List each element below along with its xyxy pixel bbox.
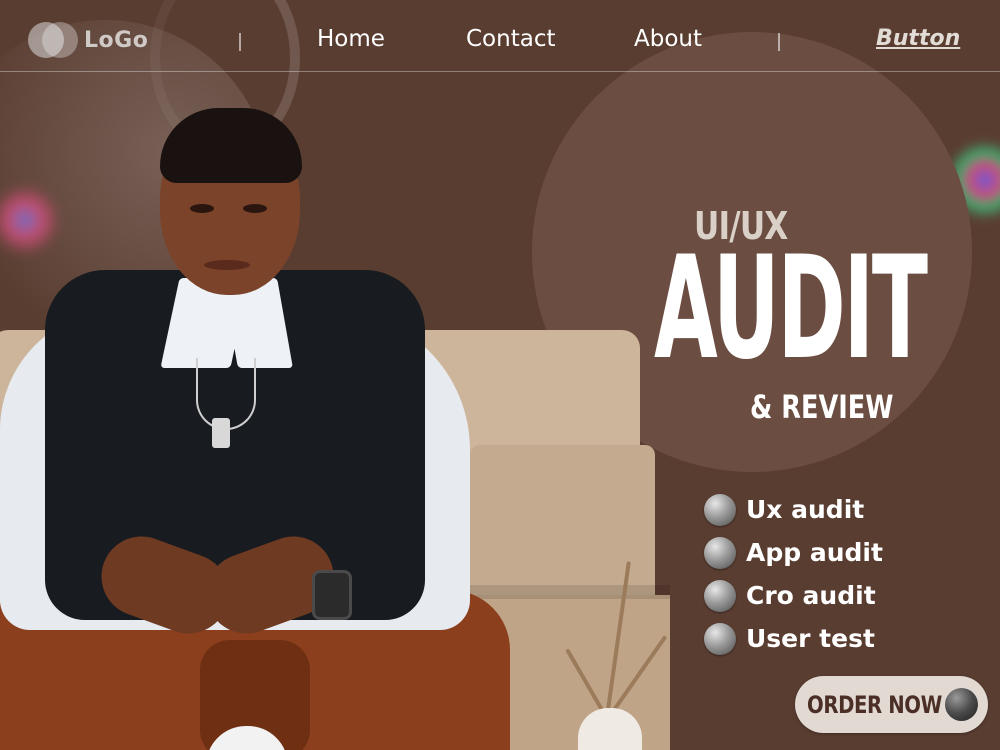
order-now-label: ORDER NOW <box>807 691 942 719</box>
order-now-button[interactable]: ORDER NOW <box>795 676 988 733</box>
sphere-bullet-icon <box>704 622 736 655</box>
person-eye <box>243 204 267 213</box>
sphere-icon <box>945 688 978 721</box>
service-label: User test <box>746 624 875 653</box>
nav-divider <box>778 33 780 51</box>
logo-mark-icon <box>28 22 78 58</box>
sphere-bullet-icon <box>704 579 736 612</box>
nav-link-about[interactable]: About <box>634 26 702 52</box>
logo-text: LoGo <box>84 27 149 53</box>
nav-button[interactable]: Button <box>876 26 960 51</box>
person-necklace-tag <box>212 418 230 448</box>
list-item: User test <box>704 617 883 660</box>
top-navigation: LoGo Home Contact About Button <box>0 0 1000 72</box>
person-eye <box>190 204 214 213</box>
nav-link-contact[interactable]: Contact <box>466 26 555 52</box>
service-label: Ux audit <box>746 495 865 524</box>
person-hair <box>160 108 302 183</box>
services-list: Ux audit App audit Cro audit User test <box>704 488 883 660</box>
nav-divider <box>239 33 241 51</box>
service-label: App audit <box>746 538 883 567</box>
wristwatch <box>312 570 352 620</box>
person-mouth <box>204 260 250 270</box>
list-item: App audit <box>704 531 883 574</box>
service-label: Cro audit <box>746 581 876 610</box>
person-photo <box>0 100 560 750</box>
list-item: Cro audit <box>704 574 883 617</box>
sphere-bullet-icon <box>704 493 736 526</box>
nav-link-home[interactable]: Home <box>317 26 385 52</box>
list-item: Ux audit <box>704 488 883 531</box>
hero-banner: LoGo Home Contact About Button UI/UX AUD… <box>0 0 1000 750</box>
hero-subtitle: & REVIEW <box>750 388 894 426</box>
logo[interactable]: LoGo <box>28 22 148 58</box>
hero-title: AUDIT <box>654 226 928 391</box>
sphere-bullet-icon <box>704 536 736 569</box>
